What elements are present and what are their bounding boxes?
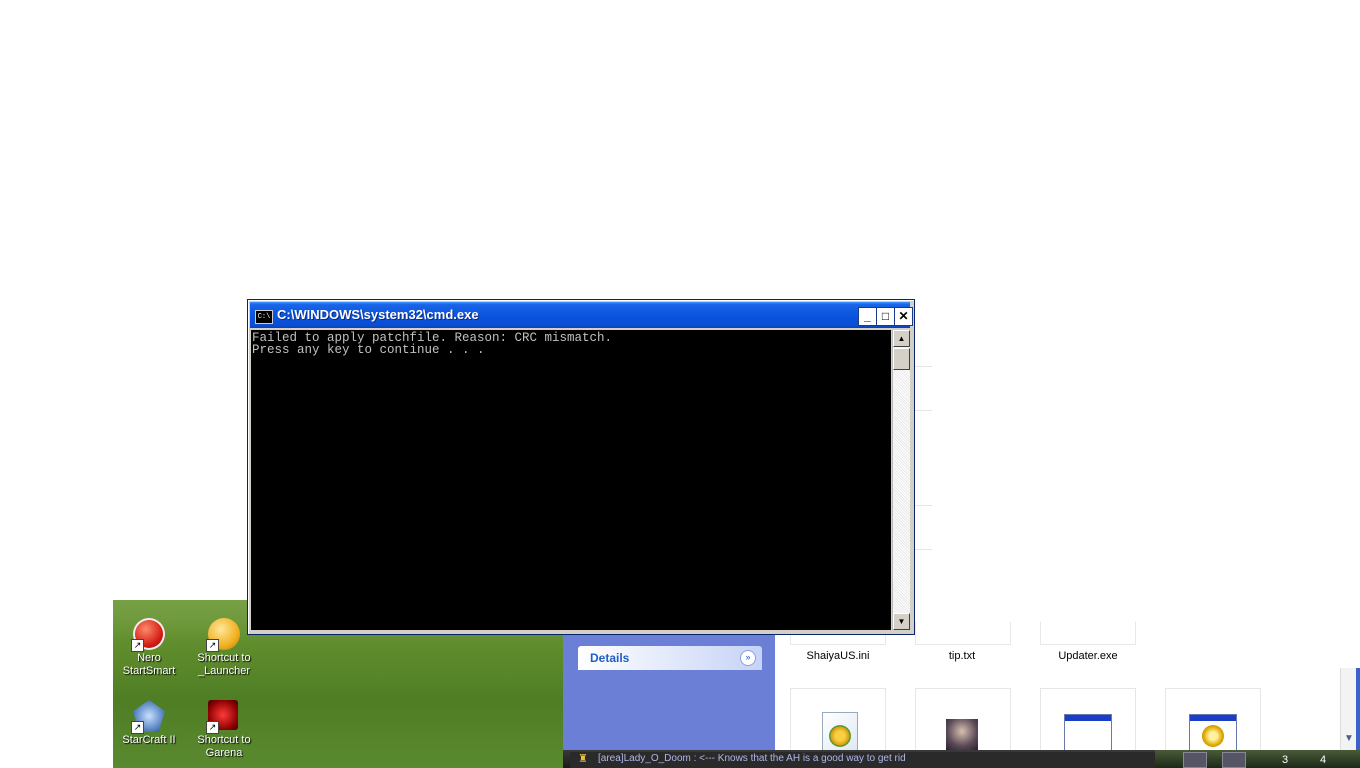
desktop-icon-label: StarCraft II [122,734,176,746]
starcraft-icon: ↗ [131,700,165,734]
desktop-icon-label: Shortcut to _Launcher [197,652,251,677]
chat-message: [area]Lady_O_Doom : <--- Knows that the … [598,753,906,764]
explorer-border [1356,668,1360,750]
scroll-up-icon[interactable]: ▲ [893,330,910,347]
file-item-tip-txt[interactable]: tip.txt [912,650,1012,662]
background-line [912,366,932,367]
console-scrollbar[interactable]: ▲ ▼ [892,330,910,630]
minimize-button[interactable]: _ [858,307,877,326]
desktop-icon-starcraft[interactable]: ↗ StarCraft II [109,700,189,747]
window-title: C:\WINDOWS\system32\cmd.exe [277,307,479,322]
file-frame [1040,622,1136,645]
script-file-icon [822,712,858,752]
console-output[interactable]: Failed to apply patchfile. Reason: CRC m… [251,330,891,630]
cmd-title-bar[interactable]: C:\ C:\WINDOWS\system32\cmd.exe _ □ ✕ [250,302,913,328]
hotbar-slot[interactable] [1222,752,1246,768]
desktop-icon-label: Nero StartSmart [122,652,176,677]
chat-speaker-icon: ♜ [578,753,588,765]
hotbar-slot-3[interactable]: 3 [1282,754,1288,766]
scroll-down-icon[interactable]: ▼ [1341,733,1357,747]
background-line [912,505,932,506]
shortcut-arrow-icon: ↗ [206,639,219,652]
file-item-updater-exe[interactable]: Updater.exe [1038,650,1138,662]
cmd-window: C:\ C:\WINDOWS\system32\cmd.exe _ □ ✕ Fa… [247,299,915,635]
details-panel-header[interactable]: Details » [578,646,762,670]
background-line [912,549,932,550]
garena-icon: ↗ [206,700,240,734]
console-line: Press any key to continue . . . [252,343,485,357]
desktop-icon-label: Shortcut to Garena [197,734,251,759]
desktop-icon-garena[interactable]: ↗ Shortcut to Garena [184,700,264,760]
application-window-icon [1064,714,1112,752]
background-line [912,410,932,411]
chevron-down-icon[interactable]: » [740,650,756,666]
shortcut-arrow-icon: ↗ [131,639,144,652]
nero-icon: ↗ [131,618,165,652]
scroll-thumb[interactable] [893,348,910,370]
shortcut-arrow-icon: ↗ [206,721,219,734]
file-frame [915,622,1011,645]
desktop-icon-nero[interactable]: ↗ Nero StartSmart [109,618,189,678]
file-item-shaiyaus-ini[interactable]: ShaiyaUS.ini [788,650,888,662]
hotbar-slot[interactable] [1183,752,1207,768]
scroll-down-icon[interactable]: ▼ [893,613,910,630]
launcher-icon: ↗ [206,618,240,652]
close-button[interactable]: ✕ [894,307,913,326]
shortcut-arrow-icon: ↗ [131,721,144,734]
console-icon: C:\ [255,310,273,324]
hotbar-slot-4[interactable]: 4 [1320,754,1326,766]
details-label: Details [590,651,630,665]
application-setup-icon [1189,714,1237,752]
image-file-icon [946,719,978,750]
maximize-button[interactable]: □ [876,307,895,326]
